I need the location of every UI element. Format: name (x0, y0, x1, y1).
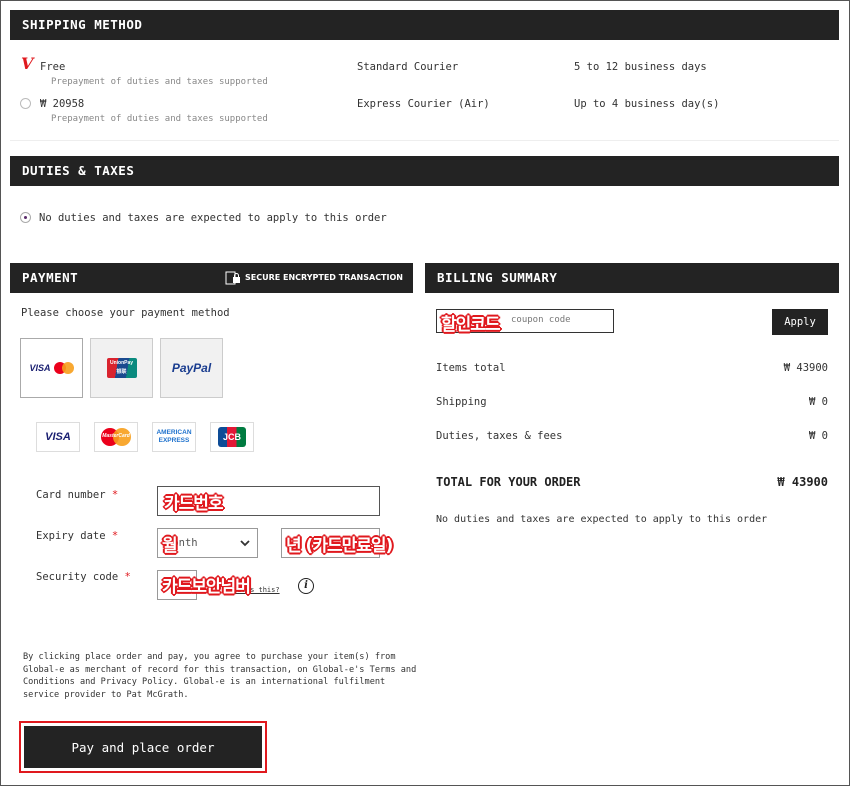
card-amex: AMERICAN EXPRESS (152, 422, 196, 452)
selected-check-mark[interactable]: V (21, 54, 33, 73)
shipping-value: ₩ 0 (809, 396, 828, 408)
expiry-date-label: Expiry date * (36, 530, 118, 542)
card-visa: VISA (36, 422, 80, 452)
unionpay-cn-text: 银联 (116, 369, 127, 375)
payment-choose-text: Please choose your payment method (21, 307, 230, 319)
unionpay-logo: UnionPay 银联 (106, 358, 137, 378)
payment-header-title: PAYMENT (22, 270, 79, 285)
total-label: TOTAL FOR YOUR ORDER (436, 475, 581, 489)
security-label-text: Security code (36, 571, 119, 583)
legal-text-part2: . Global-e is an international fulfilmen… (23, 677, 386, 700)
amex-text-1: AMERICAN (156, 429, 192, 436)
shipping-express-radio[interactable] (20, 98, 31, 109)
shipping-free-note: Prepayment of duties and taxes supported (51, 77, 268, 87)
card-amex-logo: AMERICAN EXPRESS (156, 429, 191, 445)
required-mark: * (111, 530, 119, 542)
summary-row-items-total: Items total ₩ 43900 (436, 362, 828, 374)
legal-text-part1: By clicking place order and pay, you agr… (23, 652, 396, 675)
paypal-logo: PayPal (171, 361, 212, 375)
chevron-down-icon (240, 540, 250, 547)
billing-note: No duties and taxes are expected to appl… (436, 514, 768, 525)
legal-text: By clicking place order and pay, you agr… (23, 651, 418, 701)
required-mark: * (111, 489, 119, 501)
items-total-label: Items total (436, 362, 506, 374)
shipping-express-courier: Express Courier (Air) (357, 98, 490, 110)
shipping-standard-courier: Standard Courier (357, 61, 459, 73)
coupon-placeholder: coupon code (511, 315, 571, 325)
card-jcb: JCB (210, 422, 254, 452)
amex-text-2: EXPRESS (158, 437, 190, 444)
duties-option-text: No duties and taxes are expected to appl… (39, 212, 387, 224)
expiry-label-text: Expiry date (36, 530, 106, 542)
month-annotation: 월 (162, 536, 178, 556)
card-mastercard-logo: MasterCard (101, 428, 131, 446)
billing-summary-header: BILLING SUMMARY (425, 263, 839, 293)
legal-and: and (79, 677, 96, 688)
duties-value: ₩ 0 (809, 430, 828, 442)
security-code-label: Security code * (36, 571, 131, 583)
card-number-label-text: Card number (36, 489, 106, 501)
info-icon[interactable]: i (298, 578, 314, 594)
summary-row-duties: Duties, taxes & fees ₩ 0 (436, 430, 828, 442)
shipping-express-price: ₩ 20958 (40, 98, 85, 110)
visa-logo: VISA (29, 363, 51, 373)
duties-taxes-header: DUTIES & TAXES (10, 156, 839, 186)
coupon-annotation: 할인코드 (441, 315, 501, 335)
section-divider (10, 140, 839, 141)
card-jcb-logo: JCB (218, 427, 246, 447)
required-mark: * (124, 571, 131, 583)
payment-method-visa-mastercard[interactable]: VISA (20, 338, 83, 398)
payment-method-paypal[interactable]: PayPal (160, 338, 223, 398)
apply-coupon-button[interactable]: Apply (772, 309, 828, 335)
shipping-express-time: Up to 4 business day(s) (574, 98, 720, 110)
items-total-value: ₩ 43900 (783, 362, 828, 374)
pay-and-place-order-button[interactable]: Pay and place order (24, 726, 262, 768)
shipping-label: Shipping (436, 396, 487, 408)
secure-label-text: SECURE ENCRYPTED TRANSACTION (244, 273, 403, 282)
lock-icon (225, 271, 240, 284)
shipping-express-note: Prepayment of duties and taxes supported (51, 114, 268, 124)
year-annotation: 년 (카드만료일) (286, 536, 393, 556)
payment-method-unionpay[interactable]: UnionPay 银联 (90, 338, 153, 398)
card-mastercard: MasterCard (94, 422, 138, 452)
payment-header: PAYMENT SECURE ENCRYPTED TRANSACTION (10, 263, 413, 293)
privacy-link[interactable]: Privacy Policy (101, 677, 173, 687)
duties-label: Duties, taxes & fees (436, 430, 563, 442)
mastercard-logo (53, 362, 74, 374)
shipping-standard-time: 5 to 12 business days (574, 61, 707, 73)
card-visa-logo: VISA (45, 431, 71, 443)
shipping-free-price: Free (40, 61, 66, 73)
secure-transaction-label: SECURE ENCRYPTED TRANSACTION (225, 263, 403, 293)
card-number-label: Card number * (36, 489, 118, 501)
duties-option-radio[interactable] (20, 212, 31, 223)
summary-row-shipping: Shipping ₩ 0 (436, 396, 828, 408)
shipping-method-header: SHIPPING METHOD (10, 10, 839, 40)
security-annotation: 카드보안넘버 (162, 577, 251, 597)
unionpay-text: UnionPay (109, 360, 134, 366)
summary-total-row: TOTAL FOR YOUR ORDER ₩ 43900 (436, 475, 828, 489)
card-number-annotation: 카드번호 (164, 494, 224, 514)
total-value: ₩ 43900 (777, 475, 828, 489)
card-mastercard-text: MasterCard (102, 433, 130, 439)
